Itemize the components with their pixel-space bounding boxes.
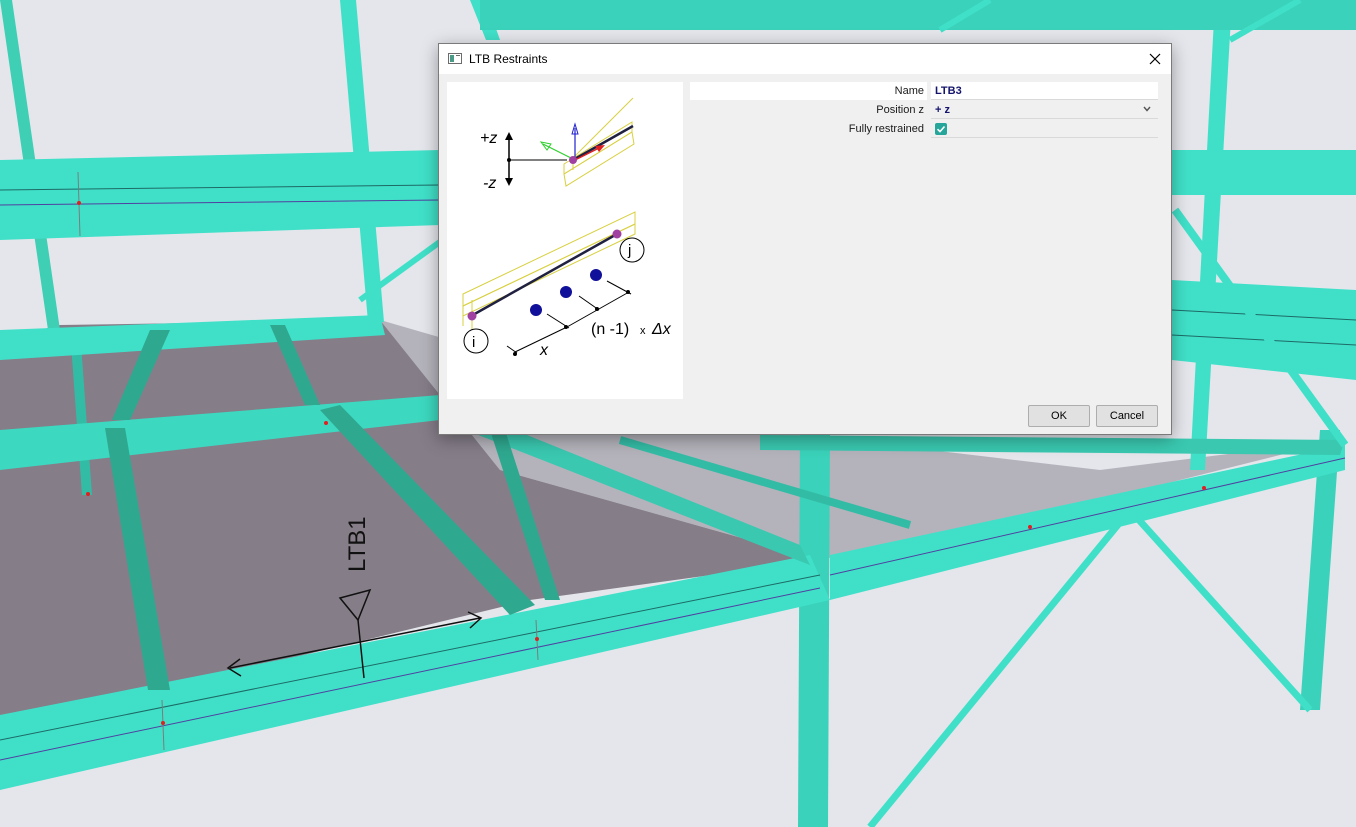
spacing-label: (n -1) — [591, 321, 629, 338]
cancel-button[interactable]: Cancel — [1096, 405, 1158, 427]
position-z-select[interactable]: + z — [931, 101, 1158, 119]
delta-x-label: Δx — [651, 321, 672, 338]
node-i-marker — [463, 328, 489, 354]
close-icon — [1149, 53, 1161, 65]
ok-button[interactable]: OK — [1028, 405, 1090, 427]
position-z-row[interactable]: Position z + z — [690, 101, 1158, 119]
name-label: Name — [690, 82, 927, 100]
fully-restrained-cell — [931, 120, 1158, 138]
close-button[interactable] — [1139, 44, 1171, 74]
beam — [480, 0, 1356, 30]
window-icon — [448, 53, 462, 64]
dialog-titlebar[interactable]: LTB Restraints — [439, 44, 1171, 74]
times-label: x — [640, 325, 646, 337]
dialog-title: LTB Restraints — [469, 52, 548, 66]
name-row[interactable]: Name LTB3 — [690, 82, 1158, 100]
node-i-label: i — [472, 334, 475, 351]
position-z-label: Position z — [876, 104, 924, 116]
z-axis-diagram: +z -z — [480, 130, 567, 192]
minus-z-label: -z — [483, 175, 496, 192]
position-z-value: + z — [935, 104, 950, 116]
fully-restrained-row[interactable]: Fully restrained — [690, 120, 1158, 138]
x-label: x — [539, 342, 549, 359]
beam — [0, 150, 440, 240]
ltb-member-label: LTB1 — [344, 516, 371, 572]
ltb-restraints-dialog: LTB Restraints +z -z i j x (n -1) x Δx N… — [438, 43, 1172, 435]
name-field[interactable]: LTB3 — [931, 82, 1158, 100]
node-j-label: j — [627, 242, 631, 259]
plus-z-label: +z — [480, 130, 497, 147]
chevron-down-icon[interactable] — [1142, 104, 1152, 114]
ltb-diagram-figure: +z -z i j x (n -1) x Δx — [462, 97, 672, 359]
beam — [1172, 150, 1356, 195]
fully-restrained-label: Fully restrained — [848, 123, 924, 135]
check-icon — [936, 125, 946, 133]
node-j-marker — [619, 237, 645, 263]
fully-restrained-checkbox[interactable] — [935, 123, 947, 135]
ltb-diagram: +z -z i j x (n -1) x Δx — [447, 82, 683, 399]
